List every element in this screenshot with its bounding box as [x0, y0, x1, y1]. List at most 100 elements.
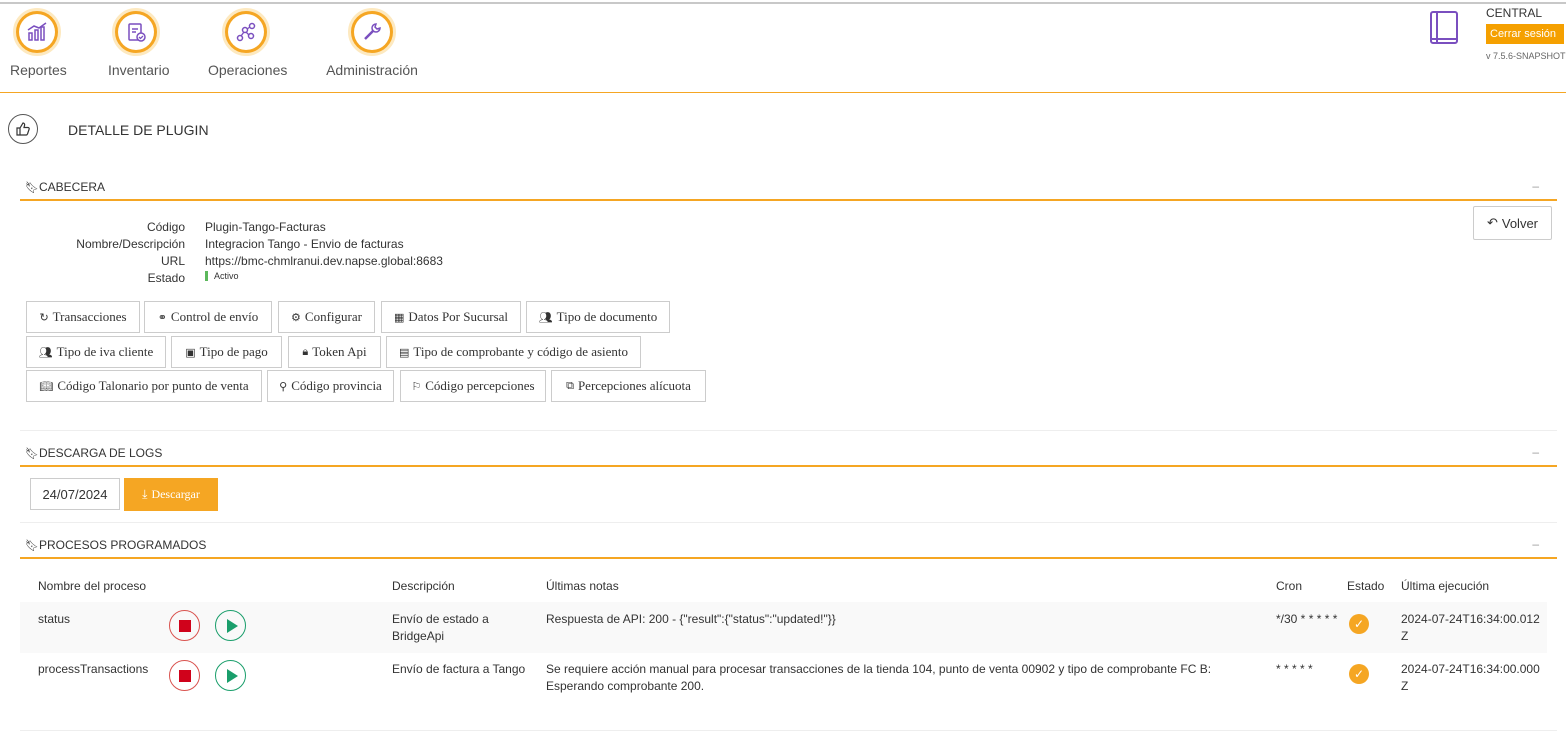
- process-last-run: 2024-07-24T16:34:00.000Z: [1401, 662, 1540, 693]
- process-notes: Respuesta de API: 200 - {"result":{"stat…: [546, 612, 836, 626]
- bookmark-icon: 🔖︎: [25, 181, 39, 194]
- column-header-nombre: Nombre del proceso: [38, 579, 147, 593]
- percepciones-alicuota-button[interactable]: ⧉ Percepciones alícuota: [551, 370, 706, 402]
- header-divider: [0, 92, 1566, 93]
- user-panel: CENTRAL Cerrar sesión v 7.5.6-SNAPSHOT: [1486, 6, 1566, 61]
- codigo-percepciones-button[interactable]: ⚐ Código percepciones: [400, 370, 546, 402]
- control-envio-button[interactable]: ⚭ Control de envío: [144, 301, 272, 333]
- section-divider: [20, 522, 1557, 523]
- column-header-estado: Estado: [1347, 579, 1385, 593]
- section-divider: [20, 430, 1557, 431]
- copy-icon: ⧉: [566, 379, 574, 392]
- process-name: processTransactions: [38, 662, 149, 676]
- link-icon: ⚭: [157, 310, 167, 324]
- nav-item-reportes[interactable]: Reportes: [10, 8, 67, 78]
- play-button[interactable]: [215, 610, 246, 641]
- field-key: Estado: [147, 271, 185, 285]
- status-badge: Activo: [205, 271, 239, 281]
- tipo-iva-cliente-button[interactable]: 👥︎ Tipo de iva cliente: [26, 336, 166, 368]
- nav-label: Inventario: [108, 62, 170, 78]
- play-button[interactable]: [215, 660, 246, 691]
- nav-item-administracion[interactable]: Administración: [326, 8, 418, 78]
- reports-chart-icon: [13, 8, 61, 56]
- field-key: Nombre/Descripción: [76, 237, 185, 251]
- nodes-graph-icon: [222, 8, 270, 56]
- field-value: Integracion Tango - Envio de facturas: [205, 237, 404, 251]
- version-label: v 7.5.6-SNAPSHOT: [1486, 51, 1566, 61]
- top-border: [0, 2, 1566, 4]
- back-button[interactable]: ↶ Volver: [1473, 206, 1552, 240]
- configurar-button[interactable]: ⚙ Configurar: [278, 301, 375, 333]
- wrench-icon: [348, 8, 396, 56]
- check-circle-icon: ✓: [1349, 664, 1369, 684]
- transacciones-button[interactable]: ↻ Transacciones: [26, 301, 140, 333]
- users-icon: 👥︎: [38, 345, 53, 359]
- nav-label: Reportes: [10, 62, 67, 78]
- store-name: CENTRAL: [1486, 6, 1543, 20]
- play-icon: [226, 668, 238, 683]
- check-circle-icon: ✓: [1349, 614, 1369, 634]
- codigo-talonario-button[interactable]: 📖︎ Código Talonario por punto de venta: [26, 370, 262, 402]
- bookmark-icon: 🔖︎: [25, 539, 39, 552]
- field-key: URL: [160, 254, 185, 268]
- process-description: Envío de factura a Tango: [392, 662, 526, 676]
- codigo-provincia-button[interactable]: ⚲ Código provincia: [267, 370, 394, 402]
- token-api-button[interactable]: 🔒︎ Token Api: [288, 336, 381, 368]
- tipo-pago-button[interactable]: ▣ Tipo de pago: [171, 336, 282, 368]
- process-description: Envío de estado a BridgeApi: [392, 612, 489, 643]
- file-icon: ▤: [398, 345, 410, 359]
- users-icon: 👥︎: [538, 310, 553, 324]
- field-key: Código: [146, 220, 185, 234]
- section-title: 🔖︎PROCESOS PROGRAMADOS: [25, 538, 207, 552]
- nav-label: Operaciones: [208, 62, 288, 78]
- stop-button[interactable]: [169, 610, 200, 641]
- section-header-cabecera[interactable]: 🔖︎CABECERA –: [20, 179, 1557, 201]
- reply-icon: ↶: [1486, 215, 1498, 231]
- logout-button[interactable]: Cerrar sesión: [1486, 24, 1564, 44]
- map-marker-icon: ⚲: [279, 379, 288, 393]
- tipo-comprobante-button[interactable]: ▤ Tipo de comprobante y código de asiento: [386, 336, 641, 368]
- process-last-run: 2024-07-24T16:34:00.012Z: [1401, 612, 1540, 643]
- section-title: 🔖︎CABECERA: [25, 180, 105, 194]
- bookmark-icon: 🔖︎: [25, 447, 39, 460]
- section-divider: [20, 730, 1557, 731]
- field-value: Plugin-Tango-Facturas: [205, 220, 326, 234]
- collapse-icon[interactable]: –: [1532, 537, 1539, 551]
- book-open-icon: 📖︎: [39, 379, 54, 393]
- datos-sucursal-button[interactable]: ▦ Datos Por Sucursal: [381, 301, 521, 333]
- gear-icon: ⚙: [291, 310, 301, 324]
- download-icon: ⤓: [142, 487, 148, 501]
- log-date-input[interactable]: 24/07/2024: [30, 478, 120, 510]
- stop-icon: [178, 619, 191, 632]
- column-header-notas: Últimas notas: [546, 579, 619, 593]
- stop-icon: [178, 669, 191, 682]
- building-icon: ▦: [393, 310, 405, 324]
- money-icon: ▣: [185, 345, 196, 359]
- nav-item-operaciones[interactable]: Operaciones: [208, 8, 288, 78]
- process-name: status: [38, 612, 71, 626]
- flag-icon: ⚐: [411, 379, 422, 393]
- section-header-logs[interactable]: 🔖︎DESCARGA DE LOGS –: [20, 445, 1557, 467]
- play-icon: [226, 618, 238, 633]
- process-cron: * * * * *: [1276, 662, 1313, 676]
- process-notes: Se requiere acción manual para procesar …: [546, 662, 1212, 693]
- book-icon[interactable]: [1428, 10, 1462, 49]
- page-title: DETALLE DE PLUGIN: [68, 122, 209, 138]
- section-header-procesos[interactable]: 🔖︎PROCESOS PROGRAMADOS –: [20, 537, 1557, 559]
- thumbs-up-icon: [8, 114, 38, 144]
- field-value: https://bmc-chmlranui.dev.napse.global:8…: [205, 254, 443, 268]
- process-cron: */30 * * * * *: [1276, 612, 1338, 626]
- column-header-cron: Cron: [1276, 579, 1303, 593]
- column-header-descripcion: Descripción: [392, 579, 455, 593]
- stop-button[interactable]: [169, 660, 200, 691]
- section-title: 🔖︎DESCARGA DE LOGS: [25, 446, 163, 460]
- tipo-documento-button[interactable]: 👥︎ Tipo de documento: [526, 301, 670, 333]
- collapse-icon[interactable]: –: [1532, 445, 1539, 459]
- lock-icon: 🔒︎: [302, 345, 309, 358]
- nav-item-inventario[interactable]: Inventario: [108, 8, 170, 78]
- download-button[interactable]: ⤓ Descargar: [124, 478, 218, 511]
- column-header-ultima-ejecucion: Última ejecución: [1401, 579, 1490, 593]
- nav-label: Administración: [326, 62, 418, 78]
- collapse-icon[interactable]: –: [1532, 179, 1539, 193]
- clipboard-check-icon: [112, 8, 160, 56]
